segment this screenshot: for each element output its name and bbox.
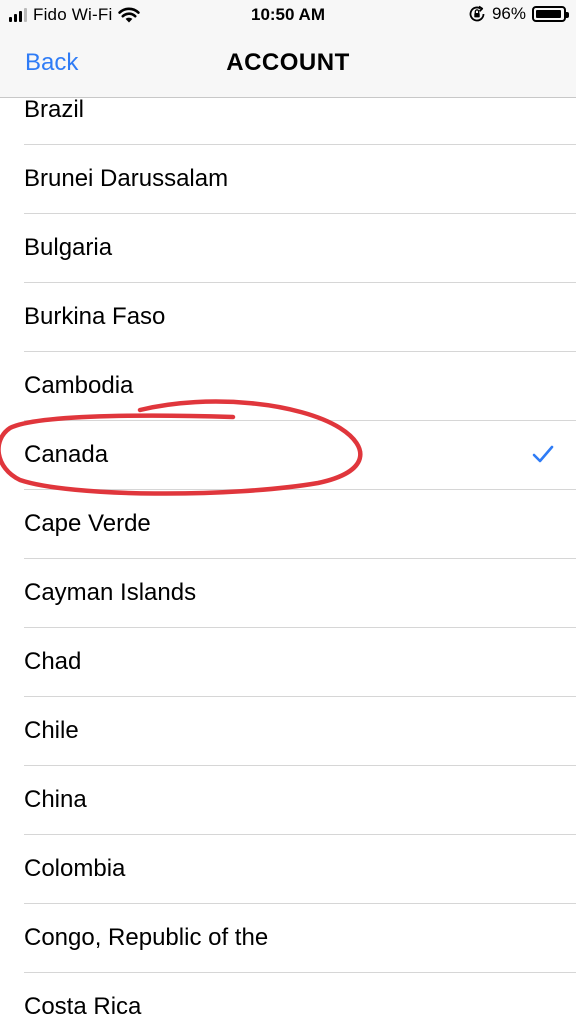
country-row[interactable]: Colombia [0,835,576,904]
country-name: Bulgaria [24,234,113,261]
country-list[interactable]: Brazil Brunei Darussalam Bulgaria Burkina F… [0,98,576,1024]
country-row[interactable]: Canada [0,421,576,490]
battery-nub [566,12,569,18]
battery-percent: 96% [491,4,526,23]
country-list-content: Brazil Brunei Darussalam Bulgaria Burkina F… [0,98,576,1024]
rotation-lock-icon [469,5,485,22]
country-name: Brunei Darussalam [24,165,229,192]
status-right: 96% [468,4,569,24]
country-name: Chile [24,717,79,744]
checkmark-icon [532,445,554,463]
page-title: ACCOUNT [226,49,350,76]
country-row[interactable]: Burkina Faso [0,283,576,352]
country-name: Chad [24,648,82,675]
country-row[interactable]: Bulgaria [0,214,576,283]
country-row[interactable]: Chile [0,697,576,766]
country-name: Burkina Faso [24,303,166,330]
country-row[interactable]: Brunei Darussalam [0,145,576,214]
country-name: Brazil [24,98,85,123]
navigation-bar: Back ACCOUNT [0,34,576,98]
battery-icon [532,6,569,22]
country-row[interactable]: Cayman Islands [0,559,576,628]
country-row[interactable]: Costa Rica [0,973,576,1024]
country-row[interactable]: China [0,766,576,835]
country-name: Colombia [24,855,126,882]
country-name: Congo, Republic of the [24,924,269,951]
country-row[interactable]: Congo, Republic of the [0,904,576,973]
country-name: Canada [24,441,109,468]
country-row[interactable]: Chad [0,628,576,697]
status-bar: Fido Wi-Fi 10:50 AM 96% [0,0,576,34]
country-row[interactable]: Brazil [0,98,576,145]
battery-level-fill [536,10,561,18]
country-name: Cambodia [24,372,134,399]
country-name: Cayman Islands [24,579,197,606]
country-row[interactable]: Cambodia [0,352,576,421]
country-name: China [24,786,87,813]
country-name: Cape Verde [24,510,151,537]
country-name: Costa Rica [24,993,142,1020]
country-row[interactable]: Cape Verde [0,490,576,559]
